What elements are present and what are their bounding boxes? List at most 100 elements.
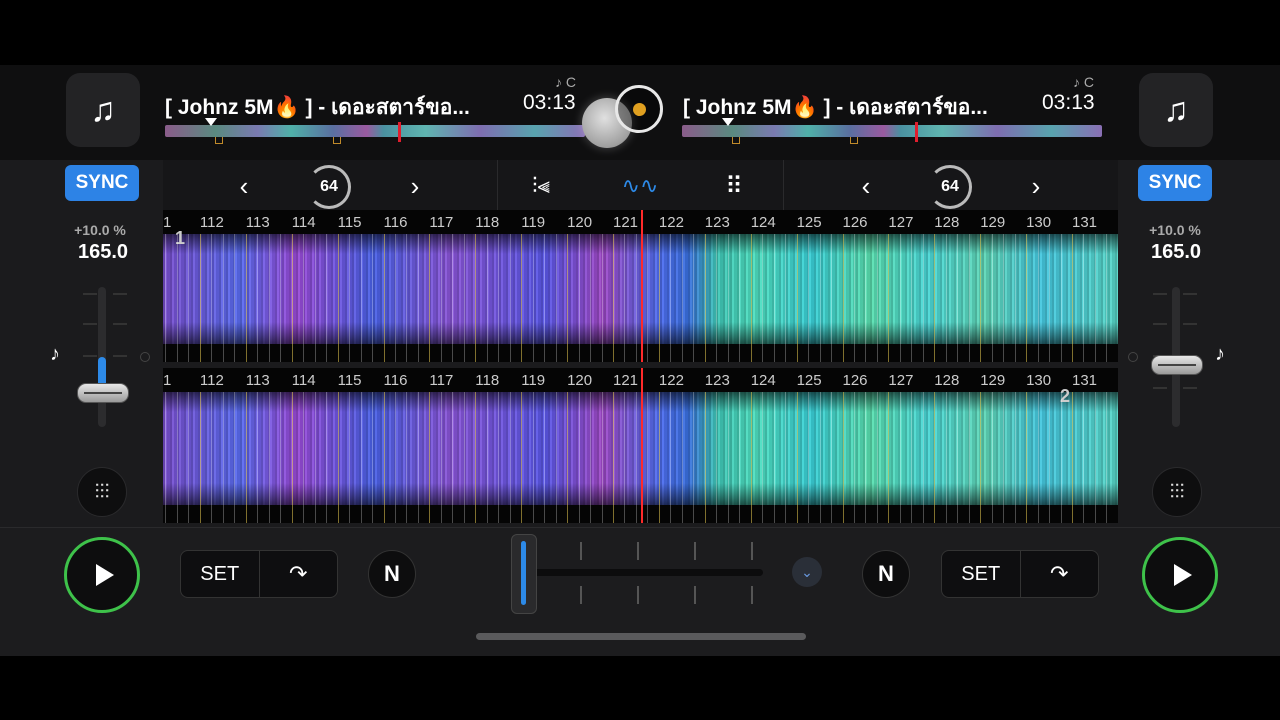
beat-number: 131 [1072, 372, 1098, 389]
deck-b-n-button[interactable]: N [862, 550, 910, 598]
beat-number: 125 [796, 372, 822, 389]
beat-grid-line [521, 234, 523, 362]
beat-grid-line [785, 392, 787, 523]
deck-a-pitch-slider[interactable] [98, 287, 106, 427]
deck-b-set-cue-button[interactable]: SET [942, 551, 1021, 597]
deck-a-n-button[interactable]: N [368, 550, 416, 598]
beat-grid-line [383, 392, 385, 523]
pitch-tick [1183, 323, 1197, 325]
waveform-icon[interactable]: ∿∿ [620, 168, 660, 204]
crossfader-tick [580, 586, 582, 604]
beat-grid-line [429, 234, 431, 362]
deck-a-pitch-handle[interactable] [77, 383, 129, 403]
beat-grid-line [934, 392, 936, 523]
beat-number: 126 [842, 214, 868, 231]
deck-a-play-button[interactable] [64, 537, 140, 613]
beat-grid-line [498, 234, 500, 362]
play-icon [95, 564, 114, 586]
beat-grid-line [945, 392, 947, 523]
beat-grid-line [463, 234, 465, 362]
beat-grid-line [1026, 392, 1028, 523]
beat-grid-line [773, 392, 775, 523]
beat-grid-line [853, 392, 855, 523]
beat-number: 124 [750, 372, 776, 389]
beat-grid-line [590, 234, 592, 362]
beat-number: 116 [383, 214, 408, 231]
chevron-left-icon[interactable]: ‹ [229, 168, 259, 204]
keylock-icon[interactable]: ♪ [50, 343, 60, 366]
chevron-left-icon[interactable]: ‹ [851, 168, 881, 204]
chevron-right-icon[interactable]: › [1021, 168, 1051, 204]
beat-grid-line [727, 234, 729, 362]
library-button-right[interactable]: ♫ [1139, 73, 1213, 147]
record-button[interactable] [615, 85, 663, 133]
crossfader-track[interactable] [525, 569, 763, 576]
library-button-left[interactable]: ♫ [66, 73, 140, 147]
beat-grid-line [245, 392, 247, 523]
beat-grid-line [280, 234, 282, 362]
deck-b-loop-button[interactable]: 64 [928, 165, 972, 209]
beat-number: 123 [704, 372, 730, 389]
crossfader-tick [751, 542, 753, 560]
deck-a-mixer-button[interactable]: ⫶⫶⫶ [77, 467, 127, 517]
grid-icon[interactable]: ⠿ [719, 168, 749, 204]
beat-grid-line [831, 392, 833, 523]
beat-grid-line [635, 392, 637, 523]
equalizer-icon[interactable]: ⫶⫷ [523, 168, 559, 204]
beat-grid-line [326, 392, 328, 523]
beat-grid-line [199, 392, 201, 523]
deck-a-set-cue-button[interactable]: SET [181, 551, 260, 597]
beat-grid-line [750, 392, 752, 523]
beat-grid-line [509, 234, 511, 362]
overview-position-marker [722, 118, 734, 126]
deck-b-bpm[interactable]: 165.0 [1126, 241, 1226, 264]
deck-a-sync-button[interactable]: SYNC [65, 165, 139, 201]
deck-b-play-button[interactable] [1142, 537, 1218, 613]
deck-a-loop-button[interactable]: 64 [307, 165, 351, 209]
beat-grid-line [968, 234, 970, 362]
keylock-icon[interactable]: ♪ [1215, 343, 1225, 366]
deck-b-mixer-button[interactable]: ⫶⫶⫶ [1152, 467, 1202, 517]
beat-grid-line [417, 392, 419, 523]
overview-cue [732, 137, 740, 144]
beat-grid-line [1060, 392, 1062, 523]
beat-number: 127 [888, 372, 914, 389]
record-icon [632, 102, 646, 116]
beat-grid-line [831, 234, 833, 362]
deck-a-bpm[interactable]: 165.0 [53, 241, 153, 264]
overview-cue [850, 137, 858, 144]
deck-b-pitch-handle[interactable] [1151, 355, 1203, 375]
beat-grid-line [360, 234, 362, 362]
chevron-right-icon[interactable]: › [400, 168, 430, 204]
beat-grid-line [601, 392, 603, 523]
beat-number: 113 [245, 214, 270, 231]
crossfader-tick [694, 542, 696, 560]
beat-grid-line [658, 234, 660, 362]
beat-grid-line [876, 234, 878, 362]
deck-a-waveform[interactable]: 1 1 112 113 114 115 116 117 118 119 120 121 122 123 1… [163, 210, 1118, 362]
beat-grid-line [980, 392, 982, 523]
pitch-tick [83, 323, 97, 325]
beat-grid-line [176, 392, 178, 523]
crossfader-handle[interactable] [511, 534, 537, 614]
beat-grid-line [567, 392, 569, 523]
deck-b-waveform[interactable]: 2 1 112 113 114 115 116 117 118 119 120 121 122 123 1… [163, 368, 1118, 523]
beat-grid-line [222, 392, 224, 523]
beat-number: 1 [163, 372, 172, 389]
play-icon [1173, 564, 1192, 586]
music-note-icon: ♫ [90, 90, 116, 129]
deck-b-sync-button[interactable]: SYNC [1138, 165, 1212, 201]
beat-grid-line [670, 392, 672, 523]
deck-b-overview[interactable] [682, 118, 1102, 144]
chevron-down-icon[interactable]: ⌄ [792, 557, 822, 587]
deck-a-overview[interactable] [165, 118, 585, 144]
beat-grid-line [475, 392, 477, 523]
overview-playhead [398, 122, 401, 142]
beat-number: 116 [383, 372, 408, 389]
beat-number: 120 [567, 214, 593, 231]
beat-grid-line [980, 234, 982, 362]
beat-grid-line [1037, 234, 1039, 362]
deck-b-cue-jump-button[interactable]: ↷ [1021, 551, 1099, 597]
beat-grid-line [452, 234, 454, 362]
deck-a-cue-jump-button[interactable]: ↷ [260, 551, 338, 597]
